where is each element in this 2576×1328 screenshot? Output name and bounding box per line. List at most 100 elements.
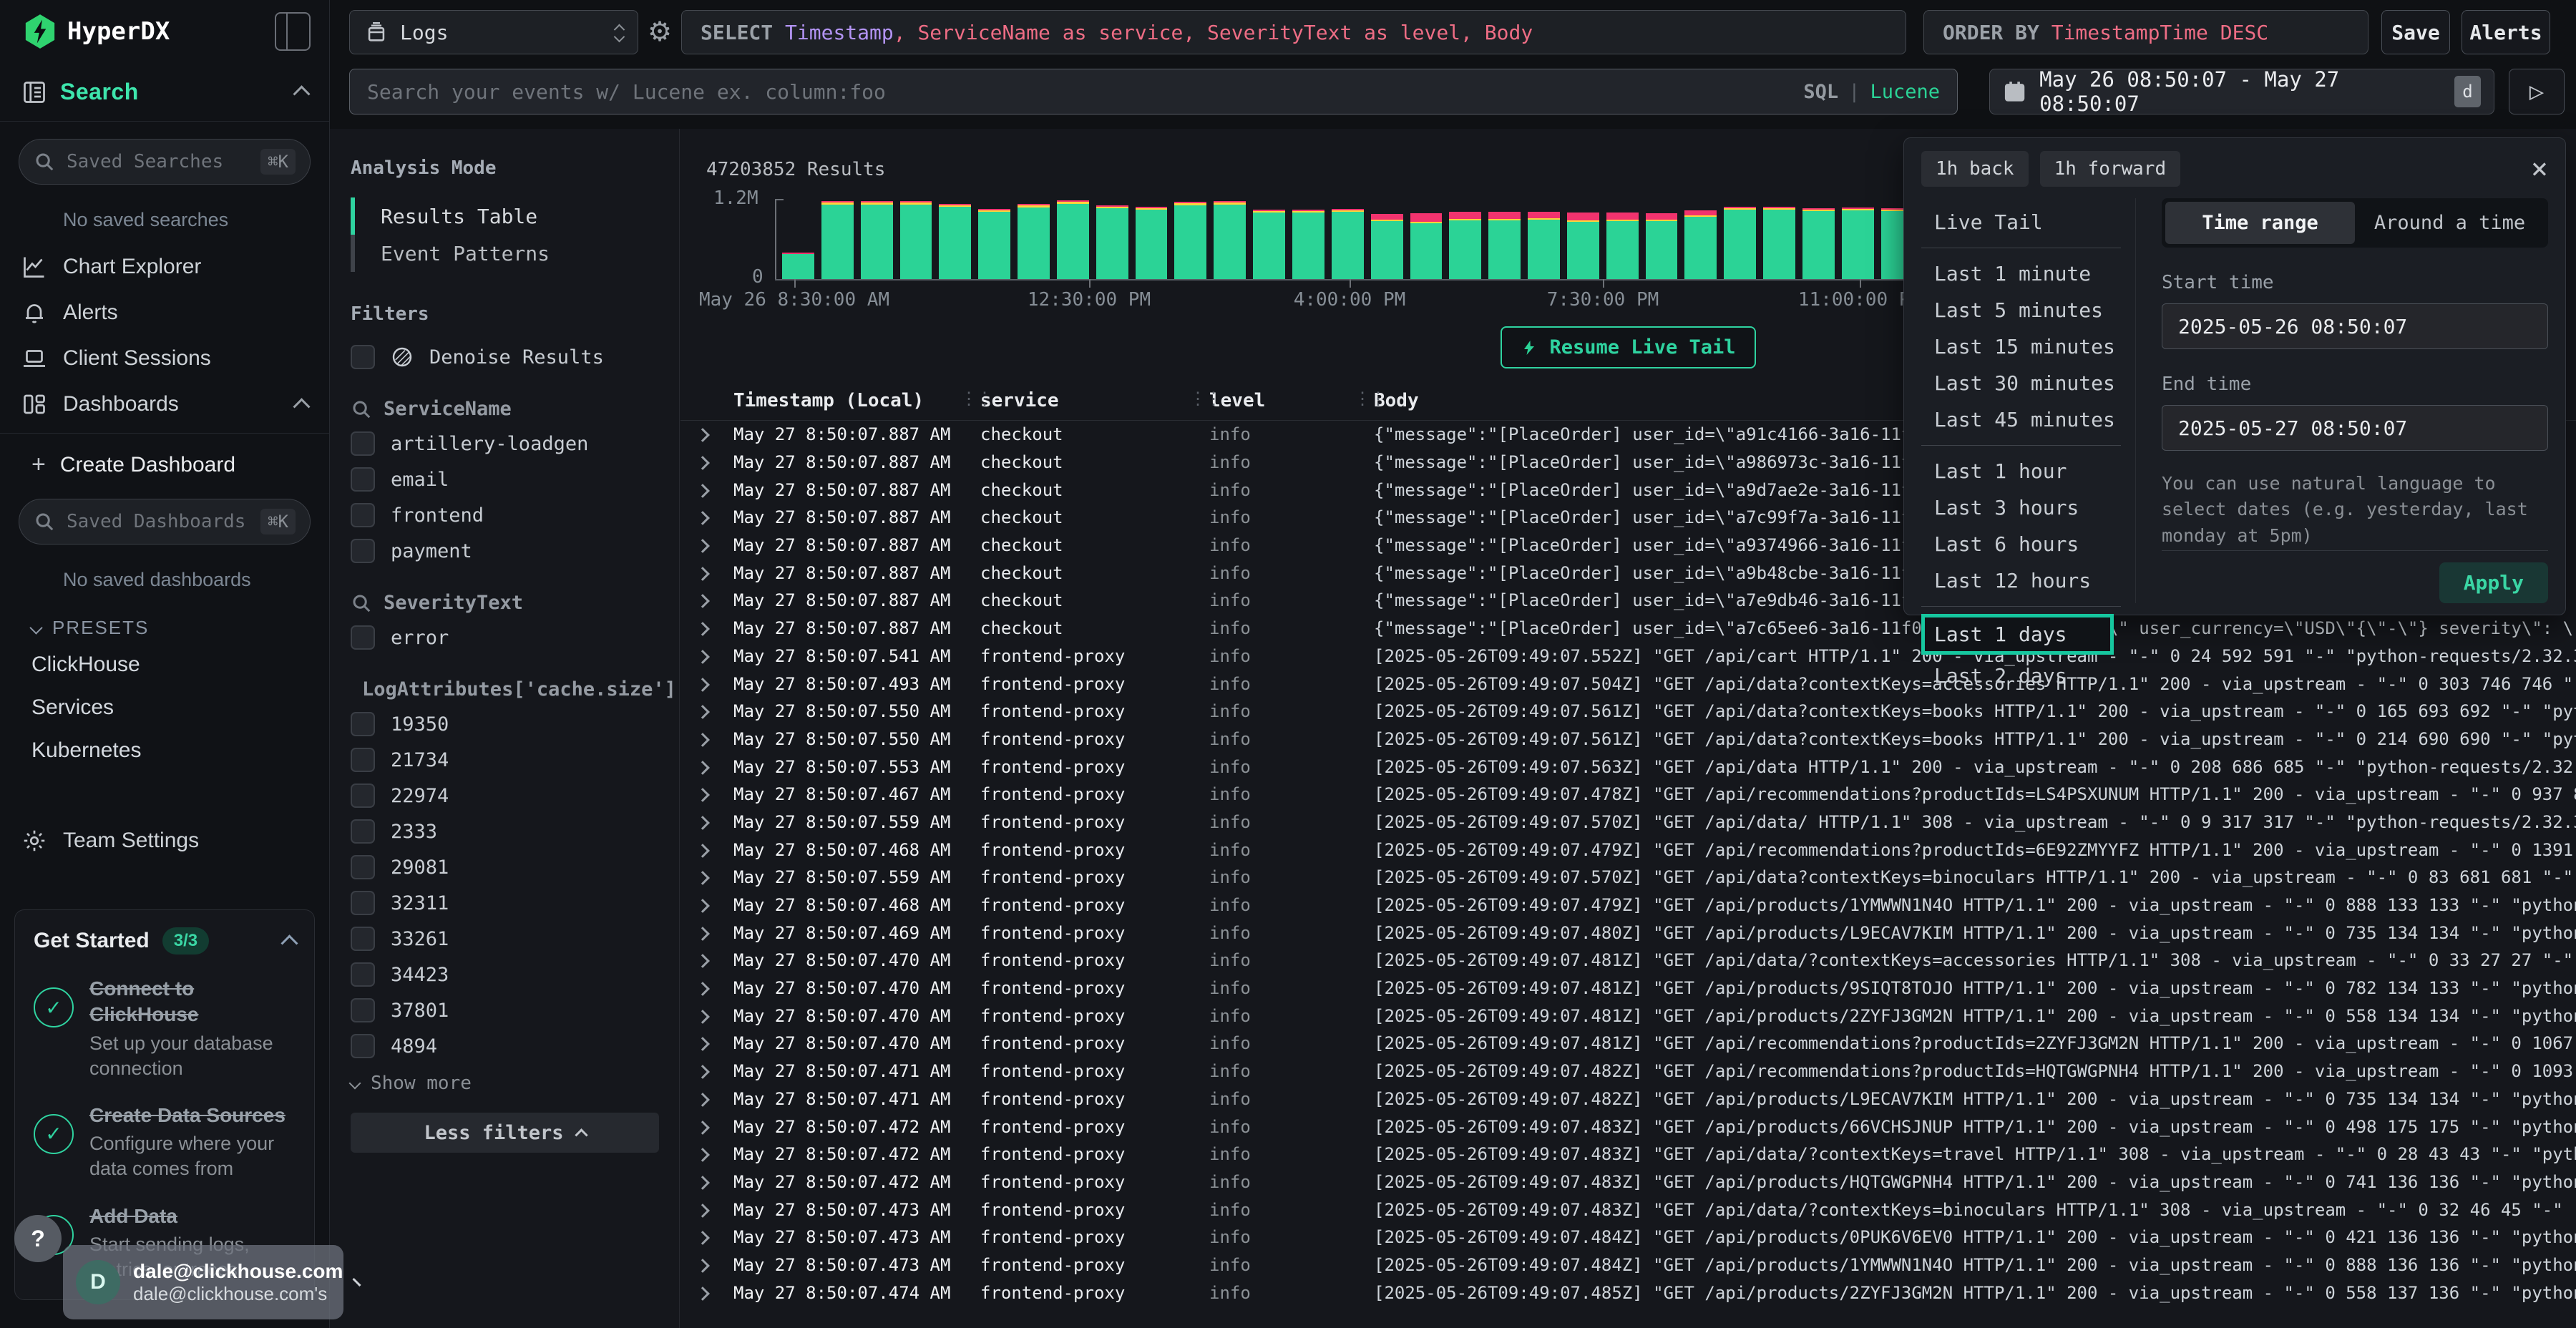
histogram-bar[interactable] — [900, 201, 932, 279]
log-table-row[interactable]: May 27 8:50:07.541 AMfrontend-proxyinfo[… — [680, 643, 2576, 670]
checkbox[interactable] — [351, 891, 375, 915]
create-dashboard-button[interactable]: + Create Dashboard — [0, 434, 329, 486]
sidebar-item-alerts[interactable]: Alerts — [0, 290, 329, 336]
log-table-row[interactable]: May 27 8:50:07.472 AMfrontend-proxyinfo[… — [680, 1113, 2576, 1141]
column-drag-handle[interactable]: ⋮⋮ — [1354, 389, 1385, 409]
get-started-step[interactable]: ✓ Create Data Sources Configure where yo… — [34, 1103, 296, 1182]
log-table-row[interactable]: May 27 8:50:07.470 AMfrontend-proxyinfo[… — [680, 975, 2576, 1002]
filter-option[interactable]: 21734 — [351, 748, 659, 772]
sidebar-item-team-settings[interactable]: Team Settings — [0, 818, 329, 864]
histogram-bar[interactable] — [1684, 210, 1717, 279]
sidebar-section-search[interactable]: Search — [0, 63, 329, 122]
histogram-bar[interactable] — [1567, 213, 1599, 279]
row-expand-chevron-icon[interactable] — [698, 1117, 733, 1137]
show-more-link[interactable]: Show more — [351, 1073, 659, 1094]
histogram-bar[interactable] — [1646, 213, 1678, 279]
checkbox[interactable] — [351, 431, 375, 456]
histogram-bar[interactable] — [1724, 207, 1756, 279]
chevron-up-icon[interactable] — [293, 398, 310, 415]
histogram-bar[interactable] — [1371, 214, 1403, 279]
close-icon[interactable]: × — [2531, 155, 2548, 183]
histogram-bar[interactable] — [978, 209, 1010, 279]
log-table-row[interactable]: May 27 8:50:07.469 AMfrontend-proxyinfo[… — [680, 919, 2576, 947]
help-button[interactable]: ? — [14, 1215, 62, 1262]
filter-option[interactable]: 32311 — [351, 891, 659, 915]
start-time-input[interactable]: 2025-05-26 08:50:07 — [2162, 303, 2548, 349]
preset-kubernetes[interactable]: Kubernetes — [0, 729, 329, 772]
time-preset-last-3-hours[interactable]: Last 3 hours — [1921, 489, 2135, 526]
histogram-bar[interactable] — [1174, 202, 1206, 279]
time-preset-last-5-minutes[interactable]: Last 5 minutes — [1921, 292, 2135, 328]
row-expand-chevron-icon[interactable] — [698, 1061, 733, 1081]
sidebar-collapse-icon[interactable] — [275, 12, 311, 51]
log-table-row[interactable]: May 27 8:50:07.550 AMfrontend-proxyinfo[… — [680, 698, 2576, 726]
row-expand-chevron-icon[interactable] — [698, 674, 733, 694]
log-table-row[interactable]: May 27 8:50:07.467 AMfrontend-proxyinfo[… — [680, 781, 2576, 809]
checkbox[interactable] — [351, 855, 375, 879]
checkbox[interactable] — [351, 467, 375, 492]
checkbox[interactable] — [351, 345, 375, 369]
select-query-input[interactable]: SELECT Timestamp, ServiceName as service… — [681, 10, 1906, 54]
row-expand-chevron-icon[interactable] — [698, 646, 733, 666]
order-by-input[interactable]: ORDER BY TimestampTime DESC — [1923, 10, 2368, 54]
user-menu[interactable]: D dale@clickhouse.com dale@clickhouse.co… — [63, 1245, 343, 1319]
denoise-results-checkbox[interactable]: Denoise Results — [351, 345, 659, 369]
row-expand-chevron-icon[interactable] — [698, 729, 733, 749]
filter-option[interactable]: 34423 — [351, 962, 659, 987]
row-expand-chevron-icon[interactable] — [698, 480, 733, 500]
date-range-input[interactable]: May 26 08:50:07 - May 27 08:50:07 d — [1989, 69, 2494, 114]
column-drag-handle[interactable]: ⋮⋮ — [960, 389, 992, 409]
event-search-input[interactable]: Search your events w/ Lucene ex. column:… — [349, 69, 1958, 114]
filter-option[interactable]: 29081 — [351, 855, 659, 879]
histogram-bar[interactable] — [1332, 209, 1364, 279]
log-table-row[interactable]: May 27 8:50:07.470 AMfrontend-proxyinfo[… — [680, 947, 2576, 975]
histogram-bar[interactable] — [1096, 205, 1128, 279]
row-expand-chevron-icon[interactable] — [698, 452, 733, 472]
log-table-row[interactable]: May 27 8:50:07.471 AMfrontend-proxyinfo[… — [680, 1058, 2576, 1085]
time-preset-last-30-minutes[interactable]: Last 30 minutes — [1921, 365, 2135, 401]
presets-toggle[interactable]: PRESETS — [0, 598, 329, 643]
histogram-bar[interactable] — [1018, 204, 1050, 279]
time-preset-last-6-hours[interactable]: Last 6 hours — [1921, 526, 2135, 562]
filter-option[interactable]: 33261 — [351, 927, 659, 951]
histogram-bar[interactable] — [782, 253, 814, 279]
log-table-row[interactable]: May 27 8:50:07.468 AMfrontend-proxyinfo[… — [680, 892, 2576, 919]
col-service[interactable]: ⋮⋮service — [980, 390, 1209, 411]
histogram-bar[interactable] — [1057, 200, 1089, 279]
sidebar-item-client-sessions[interactable]: Client Sessions — [0, 336, 329, 381]
resume-live-tail-button[interactable]: Resume Live Tail — [1501, 326, 1755, 368]
chevron-up-icon[interactable] — [280, 934, 298, 952]
apply-button[interactable]: Apply — [2439, 562, 2548, 603]
histogram-bar[interactable] — [1606, 213, 1639, 279]
row-expand-chevron-icon[interactable] — [698, 757, 733, 777]
log-table-row[interactable]: May 27 8:50:07.474 AMfrontend-proxyinfo[… — [680, 1279, 2576, 1307]
histogram-bar[interactable] — [1802, 208, 1835, 279]
log-table-row[interactable]: May 27 8:50:07.887 AMcheckoutinfo{"messa… — [680, 615, 2576, 643]
log-table-row[interactable]: May 27 8:50:07.471 AMfrontend-proxyinfo[… — [680, 1085, 2576, 1113]
save-button[interactable]: Save — [2381, 10, 2450, 54]
end-time-input[interactable]: 2025-05-27 08:50:07 — [2162, 405, 2548, 451]
histogram-bar[interactable] — [1528, 212, 1560, 279]
histogram-bar[interactable] — [1136, 207, 1168, 279]
row-expand-chevron-icon[interactable] — [698, 812, 733, 832]
histogram-bar[interactable] — [1253, 210, 1285, 279]
row-expand-chevron-icon[interactable] — [698, 1006, 733, 1026]
log-table-row[interactable]: May 27 8:50:07.553 AMfrontend-proxyinfo[… — [680, 753, 2576, 781]
row-expand-chevron-icon[interactable] — [698, 923, 733, 943]
filter-option[interactable]: 22974 — [351, 783, 659, 808]
row-expand-chevron-icon[interactable] — [698, 1172, 733, 1192]
source-settings-gear-icon[interactable]: ⚙ — [648, 19, 672, 46]
row-expand-chevron-icon[interactable] — [698, 1033, 733, 1053]
filter-option[interactable]: payment — [351, 539, 659, 563]
source-select[interactable]: Logs — [349, 10, 638, 54]
mode-event-patterns[interactable]: Event Patterns — [351, 235, 659, 272]
log-table-row[interactable]: May 27 8:50:07.473 AMfrontend-proxyinfo[… — [680, 1224, 2576, 1251]
row-expand-chevron-icon[interactable] — [698, 1200, 733, 1220]
filter-option[interactable]: email — [351, 467, 659, 492]
sidebar-item-dashboards[interactable]: Dashboards — [0, 381, 329, 427]
time-preset-last-1-days[interactable]: Last 1 days — [1921, 614, 2114, 655]
row-expand-chevron-icon[interactable] — [698, 563, 733, 583]
saved-searches-input[interactable]: Saved Searches ⌘K — [19, 139, 311, 185]
filter-option[interactable]: 37801 — [351, 998, 659, 1022]
row-expand-chevron-icon[interactable] — [698, 507, 733, 527]
